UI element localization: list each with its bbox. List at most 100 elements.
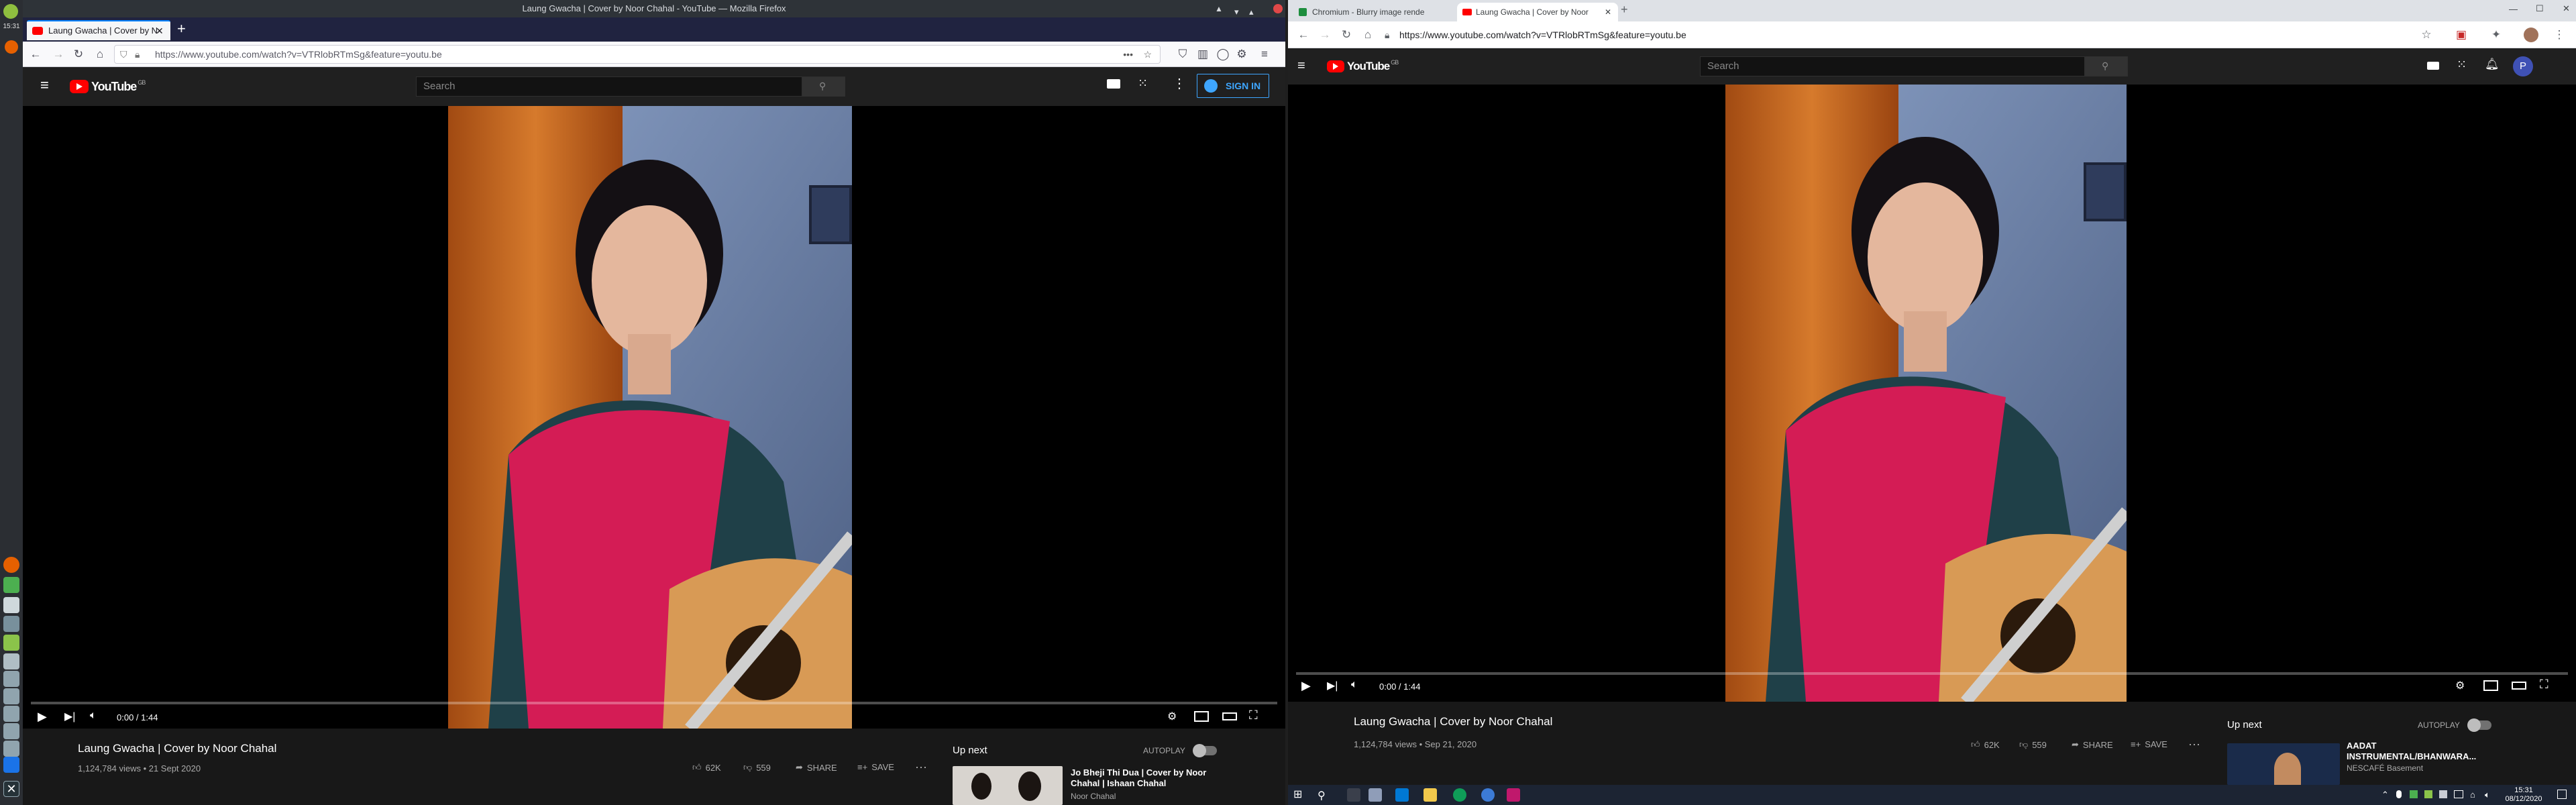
- workspace-icon[interactable]: [3, 757, 19, 773]
- volume-icon[interactable]: 🔈︎: [2485, 790, 2490, 800]
- up-next-title-line-1[interactable]: AADAT: [2347, 741, 2377, 751]
- fullscreen-icon[interactable]: ⛶: [2540, 678, 2548, 692]
- video-player[interactable]: ▶ ▶| 🔈︎ 0:00 / 1:44 ⚙ ⛶: [23, 106, 1285, 729]
- miniplayer-icon[interactable]: [1194, 711, 1209, 722]
- file-explorer-icon[interactable]: [1424, 788, 1437, 802]
- search-input[interactable]: Search: [416, 76, 802, 97]
- close-tab-icon[interactable]: ✕: [156, 21, 164, 40]
- like-button[interactable]: 👍︎ 62K: [1971, 739, 2000, 750]
- action-center-icon[interactable]: [2557, 790, 2567, 799]
- youtube-logo[interactable]: YouTube GB: [1327, 59, 1399, 74]
- lock-icon[interactable]: 🔒︎: [1385, 25, 1389, 44]
- up-next-title-line-2[interactable]: INSTRUMENTAL/BHANWARA...: [2347, 751, 2476, 761]
- tracking-shield-icon[interactable]: ⛉: [120, 46, 127, 63]
- close-tab-icon[interactable]: ✕: [1605, 3, 1611, 21]
- guide-menu-icon[interactable]: ≡: [1297, 59, 1305, 72]
- theater-mode-icon[interactable]: [2512, 682, 2526, 690]
- search-input[interactable]: Search: [1700, 56, 2085, 76]
- settings-more-icon[interactable]: ⋮: [1173, 75, 1186, 92]
- progress-bar[interactable]: [1296, 672, 2568, 675]
- back-button[interactable]: ←: [1296, 28, 1311, 42]
- profile-avatar[interactable]: [2524, 28, 2538, 42]
- account-avatar[interactable]: P: [2513, 56, 2533, 76]
- chromium-icon[interactable]: [1481, 788, 1495, 802]
- shield-icon[interactable]: [2410, 790, 2418, 798]
- pocket-icon[interactable]: ⛉: [1175, 47, 1190, 62]
- save-button[interactable]: ≡+ SAVE: [2131, 739, 2167, 749]
- more-actions-icon[interactable]: ⋯: [2188, 738, 2200, 752]
- link-icon[interactable]: [3, 741, 19, 757]
- home-button[interactable]: ⌂: [93, 47, 107, 62]
- search-button[interactable]: ⚲: [2085, 56, 2128, 76]
- autoplay-toggle[interactable]: [1193, 744, 1217, 757]
- chrome-menu-icon[interactable]: ⋮: [2552, 28, 2567, 42]
- create-video-icon[interactable]: [2427, 62, 2439, 70]
- search-icon[interactable]: ⚲: [1318, 789, 1326, 802]
- back-button[interactable]: ←: [28, 47, 43, 62]
- extensions-icon[interactable]: ⚙: [1234, 47, 1249, 62]
- address-bar[interactable]: 🔒︎ https://www.youtube.com/watch?v=VTRlo…: [1385, 25, 2351, 44]
- url-text[interactable]: https://www.youtube.com/watch?v=VTRlobRT…: [155, 46, 442, 63]
- home-button[interactable]: ⌂: [1360, 28, 1375, 42]
- maximize-button[interactable]: ☐: [2536, 3, 2544, 14]
- miniplayer-icon[interactable]: [2483, 680, 2498, 691]
- volume-icon[interactable]: 🔈︎: [90, 710, 97, 722]
- volume-icon[interactable]: 🔈︎: [1351, 679, 1358, 691]
- up-next-channel[interactable]: Noor Chahal: [1071, 792, 1116, 801]
- extension-icon[interactable]: ▣: [2454, 28, 2469, 42]
- up-next-title-line-1[interactable]: Jo Bheji Thi Dua | Cover by Noor: [1071, 767, 1206, 777]
- firefox-launcher-icon[interactable]: [3, 557, 19, 573]
- sign-in-button[interactable]: SIGN IN: [1197, 74, 1269, 98]
- terminal-icon[interactable]: [3, 635, 19, 651]
- more-actions-icon[interactable]: ⋯: [915, 761, 927, 775]
- settings-gear-icon[interactable]: ⚙: [2455, 679, 2465, 692]
- play-button[interactable]: ▶: [38, 710, 47, 724]
- tab-chromium-bug[interactable]: Chromium - Blurry image rende: [1293, 3, 1444, 21]
- save-button[interactable]: ≡+ SAVE: [857, 762, 894, 772]
- files-icon[interactable]: [3, 597, 19, 613]
- up-next-channel[interactable]: NESCAFÉ Basement: [2347, 763, 2423, 773]
- app-launcher-icon[interactable]: [3, 577, 19, 593]
- new-tab-button[interactable]: +: [1621, 3, 1628, 17]
- share-button[interactable]: ➦ SHARE: [796, 762, 837, 773]
- network-icon[interactable]: [3, 671, 19, 687]
- task-view-icon[interactable]: [1347, 788, 1360, 802]
- bookmark-star-icon[interactable]: ☆: [2419, 28, 2434, 42]
- search-button[interactable]: ⚲: [802, 76, 845, 97]
- taskbar-time[interactable]: 15:31: [2508, 786, 2540, 794]
- create-video-icon[interactable]: [1107, 79, 1120, 89]
- microphone-icon[interactable]: [2396, 790, 2402, 798]
- up-next-thumbnail[interactable]: [953, 766, 1063, 805]
- display-icon[interactable]: [2454, 790, 2463, 798]
- taskbar-date[interactable]: 08/12/2020: [2501, 795, 2546, 803]
- tab-youtube[interactable]: Laung Gwacha | Cover by Noor ✕: [1457, 3, 1618, 21]
- up-next-thumbnail[interactable]: [2227, 743, 2340, 785]
- tray-chevron-icon[interactable]: ⌃: [2381, 790, 2389, 800]
- youtube-logo[interactable]: YouTube GB: [70, 79, 146, 94]
- settings-icon[interactable]: [3, 616, 19, 632]
- forward-button[interactable]: →: [1318, 28, 1332, 42]
- url-text[interactable]: https://www.youtube.com/watch?v=VTRlobRT…: [1399, 25, 1686, 44]
- volume-icon[interactable]: [3, 653, 19, 669]
- new-tab-button[interactable]: +: [177, 21, 186, 36]
- lock-icon[interactable]: 🔒︎: [135, 46, 140, 63]
- up-arrow-icon[interactable]: ▲: [1214, 4, 1224, 13]
- next-button[interactable]: ▶|: [1327, 679, 1338, 692]
- vscode-icon[interactable]: [1395, 788, 1409, 802]
- share-button[interactable]: ➦ SHARE: [2072, 739, 2113, 750]
- onedrive-icon[interactable]: [2439, 790, 2447, 798]
- library-icon[interactable]: ▥: [1195, 47, 1210, 62]
- settings-gear-icon[interactable]: ⚙: [1167, 710, 1177, 723]
- close-button[interactable]: [1273, 4, 1283, 13]
- autoplay-toggle[interactable]: [2467, 718, 2491, 732]
- notification-icon[interactable]: [3, 706, 19, 722]
- next-button[interactable]: ▶|: [64, 710, 75, 723]
- forward-button[interactable]: →: [51, 47, 66, 62]
- progress-bar[interactable]: [31, 702, 1277, 704]
- video-frame[interactable]: [448, 106, 852, 729]
- apps-grid-icon[interactable]: ⁙: [2457, 58, 2467, 72]
- video-frame[interactable]: [1725, 85, 2127, 702]
- close-button[interactable]: ✕: [2563, 3, 2570, 14]
- theater-mode-icon[interactable]: [1222, 712, 1237, 720]
- apps-grid-icon[interactable]: ⁙: [1138, 76, 1148, 91]
